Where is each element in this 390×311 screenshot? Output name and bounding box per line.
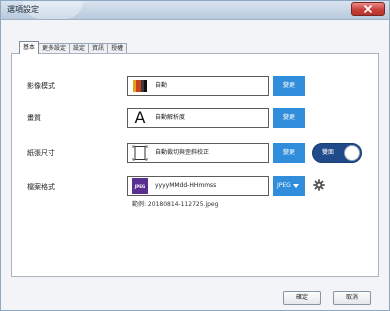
quality-value: 自動解析度	[155, 114, 186, 121]
file-name-example: 範例: 20180814-112725.jpeg	[132, 201, 219, 208]
cancel-button[interactable]: 取消	[333, 291, 371, 305]
duplex-toggle-label: 雙面	[322, 149, 335, 156]
title-bar[interactable]: 選項設定	[1, 1, 389, 20]
file-format-label: 檔案格式	[27, 183, 55, 191]
quality-field: A 自動解析度	[127, 108, 269, 128]
file-format-value: yyyyMMdd-HHmmss	[155, 182, 217, 189]
color-mode-icon	[131, 77, 149, 95]
paper-size-field: 自動裁切與歪斜校正	[127, 143, 269, 163]
file-format-select[interactable]: JPEG	[273, 176, 305, 196]
settings-dialog: 選項設定 基本 更多設定 設定 資訊 授權 影像模式 自動 變更 畫質 A 自動…	[0, 0, 390, 311]
window-title: 選項設定	[7, 5, 39, 14]
close-icon	[364, 5, 372, 13]
letter-a-icon: A	[134, 108, 146, 127]
close-button[interactable]	[351, 2, 385, 16]
paper-size-change-button[interactable]: 變更	[273, 143, 305, 163]
page-crop-icon	[131, 144, 149, 162]
quality-label: 畫質	[27, 114, 41, 122]
jpeg-badge-text: JPEG	[134, 183, 146, 189]
chevron-down-icon	[292, 184, 299, 188]
ok-button[interactable]: 確定	[283, 291, 321, 305]
jpeg-badge-icon: JPEG	[131, 177, 149, 195]
toggle-knob	[344, 145, 360, 161]
image-mode-label: 影像模式	[27, 82, 55, 90]
quality-change-button[interactable]: 變更	[273, 108, 305, 128]
image-mode-change-button[interactable]: 變更	[273, 76, 305, 96]
tab-basic[interactable]: 基本	[19, 41, 40, 54]
paper-size-label: 紙張尺寸	[27, 149, 55, 157]
file-format-field[interactable]: JPEG yyyyMMdd-HHmmss	[127, 176, 269, 196]
image-mode-value: 自動	[155, 82, 168, 89]
image-mode-field: 自動	[127, 76, 269, 96]
gear-icon[interactable]	[313, 179, 325, 191]
file-format-select-value: JPEG	[277, 182, 291, 189]
paper-size-value: 自動裁切與歪斜校正	[155, 149, 210, 156]
duplex-toggle[interactable]: 雙面	[312, 143, 362, 163]
